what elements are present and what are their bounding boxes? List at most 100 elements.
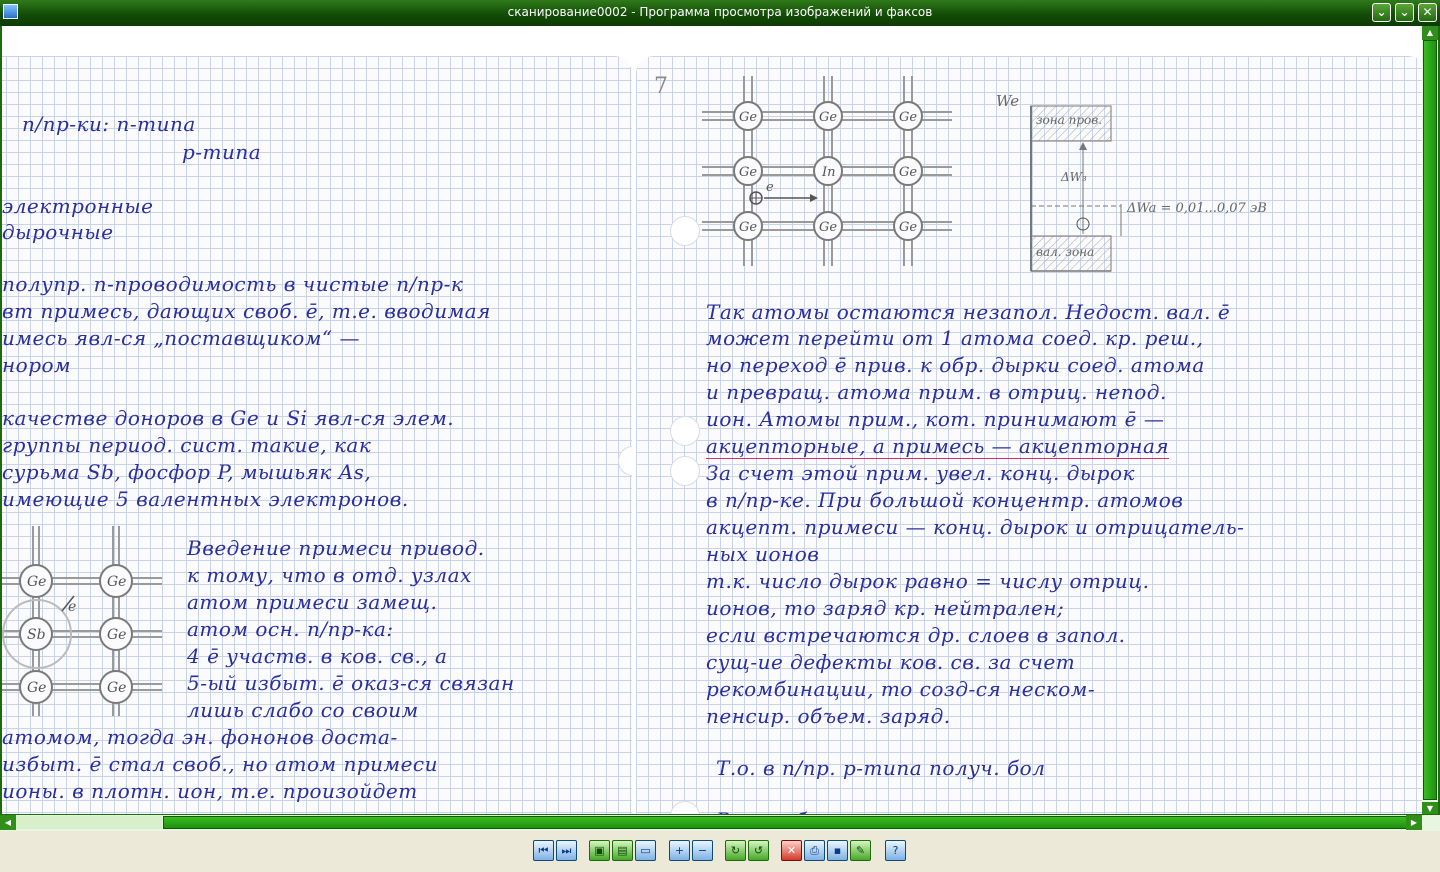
atom-label: Ge [739,220,757,235]
open-editor-icon[interactable]: ✎ [850,840,871,861]
handwritten-line: и превращ. атома прим. в отриц. непод. [706,380,1167,404]
handwritten-line: п/пр-ки: n-типа [22,112,196,136]
atom-label: In [821,165,836,180]
handwritten-line: Так атомы остаются незапол. Недост. вал.… [706,300,1231,324]
slideshow-icon[interactable]: ▭ [635,840,656,861]
actual-size-icon[interactable]: ▤ [612,840,633,861]
band-diagram: We зона пров. ΔW₃ ΔWa = 0,01...0,07 эВ в… [996,92,1267,272]
zoom-out-icon[interactable]: − [692,840,713,861]
window-title: сканирование0002 - Программа просмотра и… [507,5,933,19]
horizontal-scrollbar[interactable]: ◀ ▶ [0,814,1440,831]
scroll-right-arrow-icon[interactable]: ▶ [1406,815,1422,830]
electron-label: e [766,180,774,195]
binder-hole [618,446,632,476]
handwritten-line: Т.о. в п/пр. p-типа получ. бол [716,756,1046,780]
handwritten-line: сущ-ие дефекты ков. св. за счет [706,650,1076,674]
atom-label: Ge [819,220,837,235]
scroll-left-arrow-icon[interactable]: ◀ [0,815,16,830]
page-number: 7 [654,74,669,99]
handwritten-line: лишь слабо со своим [187,698,419,722]
binder-hole [670,216,700,246]
handwritten-line: электронные [2,194,154,218]
previous-image-icon[interactable]: ⏮ [533,840,554,861]
title-bar: сканирование0002 - Программа просмотра и… [0,0,1440,26]
atom-label: Ge [27,574,46,590]
notebook-page-right: 7 Ge Ge Ge Ge In Ge Ge Ge Ge e We зона п… [636,56,1422,816]
handwritten-line: к тому, что в отд. узлах [187,563,472,587]
scroll-up-arrow-icon[interactable]: ▲ [1422,26,1438,40]
handwritten-line: p-типа [182,140,262,164]
atom-label: Ge [899,165,917,180]
atom-label: Ge [899,110,917,125]
handwritten-line: 4 ē участв. в ков. св., а [187,644,448,668]
atom-label: Ge [739,110,757,125]
handwritten-line: ионов, то заряд кр. нейтрален; [706,596,1065,620]
handwritten-line: сурьма Sb, фосфор P, мышьяк As, [2,460,372,484]
lattice-diagram-sb: Ge Ge Sb Ge Ge Ge e [2,526,162,716]
handwritten-line: группы период. сист. такие, как [2,433,372,457]
atom-label: Ge [819,110,837,125]
atom-label: Ge [899,220,917,235]
minimize-button[interactable]: ⌄ [1372,3,1391,22]
atom-label: Ge [739,165,757,180]
lattice-diagram-in: Ge Ge Ge Ge In Ge Ge Ge Ge e [702,76,952,266]
horizontal-scroll-track[interactable] [16,816,162,829]
band-label: зона пров. [1036,113,1102,127]
handwritten-line: ионы. в плотн. ион, т.е. произойдет [2,779,418,803]
zoom-in-icon[interactable]: + [669,840,690,861]
handwritten-line: имеющие 5 валентных электронов. [2,487,409,511]
handwritten-line: рекомбинации, то созд-ся неском- [706,677,1096,701]
handwritten-line: атомом, тогда эн. фононов доста- [2,725,398,749]
band-label: вал. зона [1036,245,1094,259]
vertical-scrollbar[interactable]: ▲ ▼ [1422,26,1438,816]
handwritten-line-underlined: акцепторные, а примесь — акцепторная [706,434,1170,459]
axis-label: We [996,92,1019,110]
image-viewport[interactable]: п/пр-ки: n-типа p-типа электронные дыроч… [2,26,1422,816]
horizontal-scroll-thumb[interactable] [163,816,1407,829]
vertical-scroll-thumb[interactable] [1423,40,1437,800]
handwritten-line: нором [2,353,72,377]
binder-hole [670,416,700,446]
maximize-button[interactable]: ⌄ [1395,3,1414,22]
atom-label: Ge [107,574,126,590]
handwritten-line: ион. Атомы прим., кот. принимают ē — [706,407,1165,431]
handwritten-line: но переход ē прив. к обр. дырки соед. ат… [706,353,1205,377]
best-fit-icon[interactable]: ▣ [589,840,610,861]
handwritten-line: может перейти от 1 атома соед. кр. реш., [706,326,1204,350]
atom-label: Ge [27,680,46,696]
viewer-toolbar: ⏮ ⏭ ▣ ▤ ▭ + − ↻ ↺ ✕ ⎙ ▪ ✎ ? [0,831,1440,872]
help-icon[interactable]: ? [885,840,906,861]
handwritten-line: ных ионов [706,542,820,566]
rotate-clockwise-icon[interactable]: ↻ [725,840,746,861]
handwritten-line: пенсир. объем. заряд. [706,704,951,728]
handwritten-line: акцепт. примеси — конц. дырок и отрицате… [706,515,1245,539]
handwritten-line: т.к. число дырок равно = числу отриц. [706,569,1150,593]
delete-icon[interactable]: ✕ [781,840,802,861]
atom-label: Ge [107,627,126,643]
handwritten-line: вт примесь, дающих своб. ē, т.е. вводима… [2,299,491,323]
handwritten-line: полупр. n-проводимость в чистые п/пр-к [2,272,464,296]
print-icon[interactable]: ⎙ [804,840,825,861]
handwritten-line: атом осн. п/пр-ка: [187,617,394,641]
image-frame: п/пр-ки: n-типа p-типа электронные дыроч… [0,26,1440,816]
next-image-icon[interactable]: ⏭ [556,840,577,861]
atom-label: Sb [27,627,46,643]
handwritten-line: качестве доноров в Ge и Si явл-ся элем. [2,406,455,430]
handwritten-line: Введение примеси привод. [187,536,485,560]
level-label: ΔWa = 0,01...0,07 эВ [1126,201,1267,216]
handwritten-line: атом примеси замещ. [187,590,438,614]
atom-label: Ge [107,680,126,696]
handwritten-line: имесь явл-ся „поставщиком“ — [2,326,360,350]
handwritten-line: За счет этой прим. увел. конц. дырок [706,461,1135,485]
handwritten-line: если встречаются др. слоев в запол. [706,623,1126,647]
binder-hole [670,456,700,486]
handwritten-line: 5-ый избыт. ē оказ-ся связан [187,671,515,695]
notebook-page-left: п/пр-ки: n-типа p-типа электронные дыроч… [2,56,632,816]
handwritten-line: в п/пр-ке. При большой концентр. атомов [706,488,1184,512]
save-icon[interactable]: ▪ [827,840,848,861]
rotate-counterclockwise-icon[interactable]: ↺ [748,840,769,861]
close-button[interactable]: ✕ [1418,3,1437,22]
gap-label: ΔW₃ [1060,170,1087,184]
handwritten-line: избыт. ē стал своб., но атом примеси [2,752,439,776]
handwritten-line: дырочные [2,220,114,244]
